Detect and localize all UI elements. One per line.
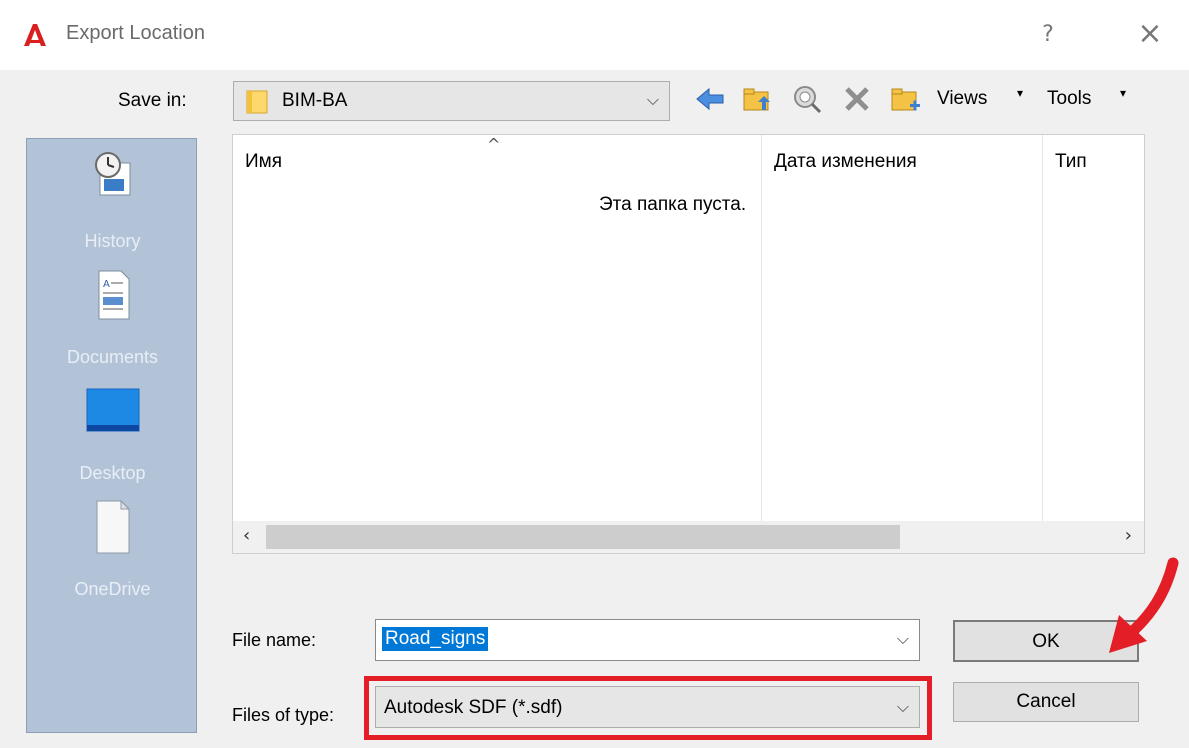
views-menu[interactable]: Views (937, 88, 987, 110)
place-history-label: History (84, 231, 141, 251)
window-title: Export Location (66, 22, 205, 44)
save-in-value: BIM-BA (282, 90, 348, 111)
place-onedrive-label: OneDrive (74, 579, 151, 599)
column-separator (761, 135, 762, 521)
column-header-name[interactable]: Имя (245, 151, 282, 173)
history-icon (94, 152, 130, 196)
file-type-label: Files of type: (232, 705, 335, 725)
chevron-down-icon: ⌵ (646, 90, 659, 109)
documents-icon: A (98, 270, 129, 320)
places-sidebar: History A Documents Desktop OneDrive (26, 138, 197, 733)
place-documents-label: Documents (66, 347, 159, 367)
place-desktop[interactable] (27, 387, 198, 440)
file-list[interactable]: ^ Имя Дата изменения Тип Эта папка пуста… (232, 134, 1145, 554)
scrollbar-thumb[interactable] (266, 525, 900, 549)
save-in-label: Save in: (118, 90, 187, 111)
file-name-label: File name: (232, 630, 317, 650)
onedrive-icon (96, 499, 130, 554)
delete-icon[interactable] (840, 82, 874, 116)
close-button[interactable]: × (1130, 16, 1170, 52)
title-bar: Export Location ? × (0, 0, 1189, 70)
column-header-type[interactable]: Тип (1055, 151, 1087, 173)
save-in-dropdown[interactable]: BIM-BA ⌵ (233, 81, 670, 121)
folder-icon (246, 90, 268, 114)
scroll-right-icon[interactable]: › (1125, 525, 1132, 546)
new-folder-icon[interactable] (888, 82, 922, 116)
chevron-down-icon[interactable]: ⌵ (897, 629, 909, 649)
place-onedrive[interactable] (27, 499, 198, 560)
autocad-logo-icon (24, 24, 46, 46)
svg-text:A: A (103, 279, 110, 290)
empty-folder-message: Эта папка пуста. (599, 194, 747, 215)
views-dropdown-icon[interactable]: ▾ (1017, 86, 1023, 100)
file-name-input[interactable]: Road_signs ⌵ (375, 619, 920, 661)
column-header-date[interactable]: Дата изменения (774, 151, 917, 173)
tools-menu[interactable]: Tools (1047, 88, 1091, 110)
annotation-arrow-icon (1109, 557, 1179, 653)
cancel-button[interactable]: Cancel (953, 682, 1139, 722)
back-arrow-icon[interactable] (693, 82, 727, 116)
place-history[interactable] (27, 149, 198, 206)
export-location-dialog: Export Location ? × Save in: BIM-BA ⌵ Vi… (0, 0, 1189, 748)
sort-ascending-icon: ^ (487, 135, 501, 154)
search-web-icon[interactable] (790, 82, 824, 116)
horizontal-scrollbar[interactable]: ‹ › (233, 521, 1144, 553)
help-button[interactable]: ? (1028, 18, 1068, 52)
up-folder-icon[interactable] (740, 82, 774, 116)
column-separator (1042, 135, 1043, 521)
place-desktop-label: Desktop (79, 463, 146, 483)
scroll-left-icon[interactable]: ‹ (243, 525, 250, 546)
file-type-highlight-box (364, 676, 932, 740)
tools-dropdown-icon[interactable]: ▾ (1120, 86, 1126, 100)
file-name-value[interactable]: Road_signs (382, 627, 489, 651)
desktop-icon (86, 388, 139, 432)
place-documents[interactable]: A (27, 269, 198, 326)
